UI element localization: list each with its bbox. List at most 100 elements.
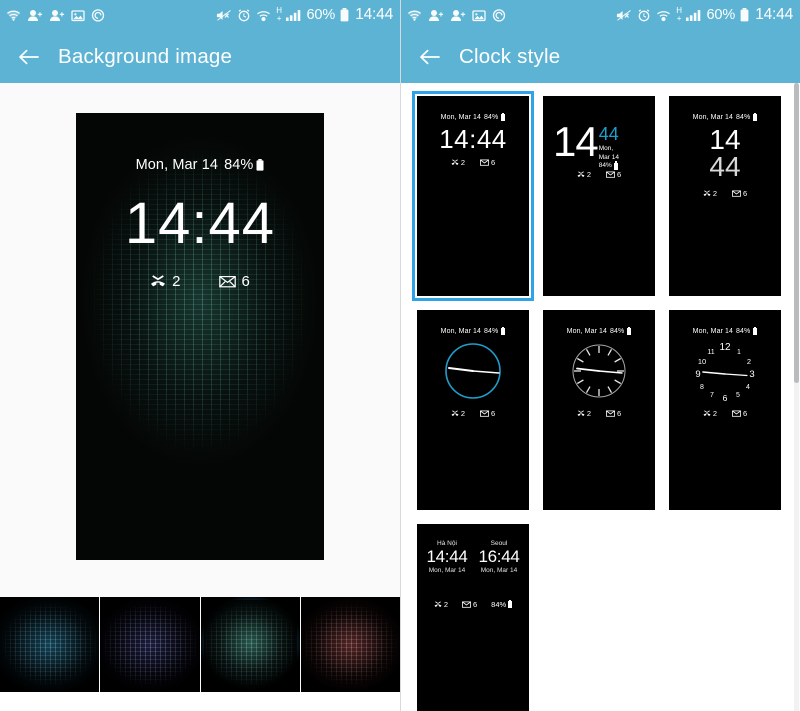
wifi-calling-icon [256, 9, 271, 22]
back-arrow-icon[interactable] [18, 46, 40, 68]
missed-call-icon [703, 190, 711, 196]
card-time-row: 14 44 Mon, Mar 14 84% [553, 121, 649, 171]
card-date-label: Mon, Mar 14 [692, 114, 734, 121]
status-bar-right-icons: H + 60% 14:44 [616, 6, 793, 24]
battery-icon [340, 8, 349, 22]
message-icon [606, 171, 615, 178]
wallpaper-thumb-image [0, 597, 100, 692]
contact-add-icon [450, 9, 466, 22]
card-battery: 84% [491, 599, 513, 609]
battery-icon [501, 112, 506, 121]
battery-icon [613, 161, 618, 170]
lockscreen-preview[interactable]: Mon, Mar 14 84% 14:44 2 6 [76, 113, 324, 560]
battery-icon [627, 326, 632, 335]
background-image-body: Mon, Mar 14 84% 14:44 2 6 [0, 83, 400, 711]
wallpaper-thumb-image [100, 597, 200, 692]
mute-icon [616, 9, 632, 22]
card-battery-label: 84% [736, 114, 751, 121]
target-icon [91, 8, 105, 22]
card-notifications: 2 6 [543, 409, 655, 418]
city-1-date: Mon, Mar 14 [428, 566, 466, 574]
message-count: 6 [617, 409, 622, 418]
alarm-icon [637, 8, 651, 22]
wallpaper-thumb-2[interactable] [100, 597, 200, 692]
dual-clock-row: Hà Nội 14:44 Mon, Mar 14 Seoul 16:44 Mon… [421, 540, 525, 574]
status-bar-left-icons [6, 8, 105, 22]
missed-call-count: 2 [172, 273, 181, 290]
action-bar-clock-style: Clock style [401, 30, 800, 83]
message-count: 6 [743, 189, 748, 198]
action-bar-background-image: Background image [0, 30, 400, 83]
card-minutes: 44 [598, 124, 619, 144]
lockscreen-overlay: Mon, Mar 14 84% 14:44 2 6 [76, 113, 324, 560]
wifi-icon [6, 9, 21, 22]
contact-add-icon [428, 9, 444, 22]
preview-date-label: Mon, Mar 14 [135, 157, 219, 173]
dual-screenshot-container: H + 60% 14:44 Background image Mon, Mar … [0, 0, 800, 711]
card-date-row: Mon, Mar 14 84% [543, 326, 655, 335]
city-1-time: 14:44 [426, 547, 468, 566]
clock-style-option-dual-clock[interactable]: Hà Nội 14:44 Mon, Mar 14 Seoul 16:44 Mon… [417, 524, 529, 711]
status-bar-left-icons [407, 8, 506, 22]
card-time-meta: 44 Mon, Mar 14 84% [599, 125, 619, 171]
wallpaper-thumb-1[interactable] [0, 597, 100, 692]
missed-call-count: 2 [460, 158, 465, 167]
dual-clock-city-1: Hà Nội 14:44 Mon, Mar 14 [426, 540, 467, 574]
hplus-network-icon: H + [276, 6, 282, 23]
message-notification: 6 [462, 600, 477, 609]
clock-style-option-analog-blue-ring[interactable]: Mon, Mar 14 84% 2 6 [417, 310, 529, 510]
missed-call-notification: 2 [577, 409, 591, 418]
status-bar-left: H + 60% 14:44 [0, 0, 400, 30]
message-count: 6 [617, 170, 622, 179]
scrollbar-thumb[interactable] [794, 83, 799, 383]
clock-style-screen: H + 60% 14:44 Clock style Mon, Mar 14 84… [400, 0, 800, 711]
card-date-line1: Mon, [598, 145, 614, 152]
missed-call-count: 2 [586, 409, 591, 418]
target-icon [492, 8, 506, 22]
missed-call-icon [434, 601, 442, 607]
card-notifications: 2 6 84% [417, 599, 529, 609]
card-date-row: Mon, Mar 14 84% [417, 112, 529, 121]
card-minutes: 44 [709, 151, 741, 182]
card-notifications: 2 6 [669, 189, 781, 198]
missed-call-icon [451, 159, 459, 165]
clock-style-option-digital-split-accent[interactable]: 14 44 Mon, Mar 14 84% 2 6 [543, 96, 655, 296]
message-count: 6 [491, 409, 496, 418]
svg-text:5: 5 [736, 392, 740, 399]
numeral-12: 12 [719, 342, 731, 353]
card-time: 14:44 [439, 124, 507, 154]
clock-style-body: Mon, Mar 14 84% 14:44 2 6 14 44 Mon, Mar… [401, 83, 800, 711]
back-arrow-icon[interactable] [419, 46, 441, 68]
message-count: 6 [491, 158, 496, 167]
battery-icon [753, 326, 758, 335]
wallpaper-thumb-4[interactable] [300, 597, 400, 692]
card-notifications: 2 6 [417, 409, 529, 418]
wallpaper-thumb-3-selected[interactable] [200, 597, 300, 692]
card-date-label: Mon, Mar 14 [440, 328, 482, 335]
missed-call-count: 2 [443, 600, 448, 609]
image-icon [71, 9, 85, 22]
svg-text:2: 2 [747, 357, 751, 366]
card-battery-label: 84% [484, 114, 499, 121]
svg-text:3: 3 [749, 369, 754, 380]
analog-numerals-face: 12 1 2 3 4 5 6 7 8 9 10 11 [689, 340, 761, 411]
clock-style-option-analog-numerals[interactable]: Mon, Mar 14 84% 12 1 2 3 4 5 6 7 8 9 10 … [669, 310, 781, 510]
missed-call-count: 2 [586, 170, 591, 179]
status-bar-right: H + 60% 14:44 [401, 0, 800, 30]
card-battery-label: 84% [736, 328, 751, 335]
clock-style-option-digital-inline[interactable]: Mon, Mar 14 84% 14:44 2 6 [412, 91, 534, 301]
battery-percent-label: 60% [706, 7, 736, 23]
city-1-label: Hà Nội [437, 540, 457, 547]
svg-text:4: 4 [746, 384, 750, 391]
signal-bars-icon [286, 9, 301, 22]
message-count: 6 [743, 409, 748, 418]
clock-style-option-digital-stacked[interactable]: Mon, Mar 14 84% 14 44 2 6 [669, 96, 781, 296]
message-notification: 6 [480, 158, 495, 167]
wifi-icon [407, 9, 422, 22]
page-title: Clock style [459, 44, 561, 68]
missed-call-count: 2 [712, 189, 717, 198]
missed-call-notification: 2 [703, 409, 717, 418]
battery-icon [753, 112, 758, 121]
clock-style-option-analog-ticks[interactable]: Mon, Mar 14 84% 2 6 [543, 310, 655, 510]
message-icon [480, 159, 489, 166]
